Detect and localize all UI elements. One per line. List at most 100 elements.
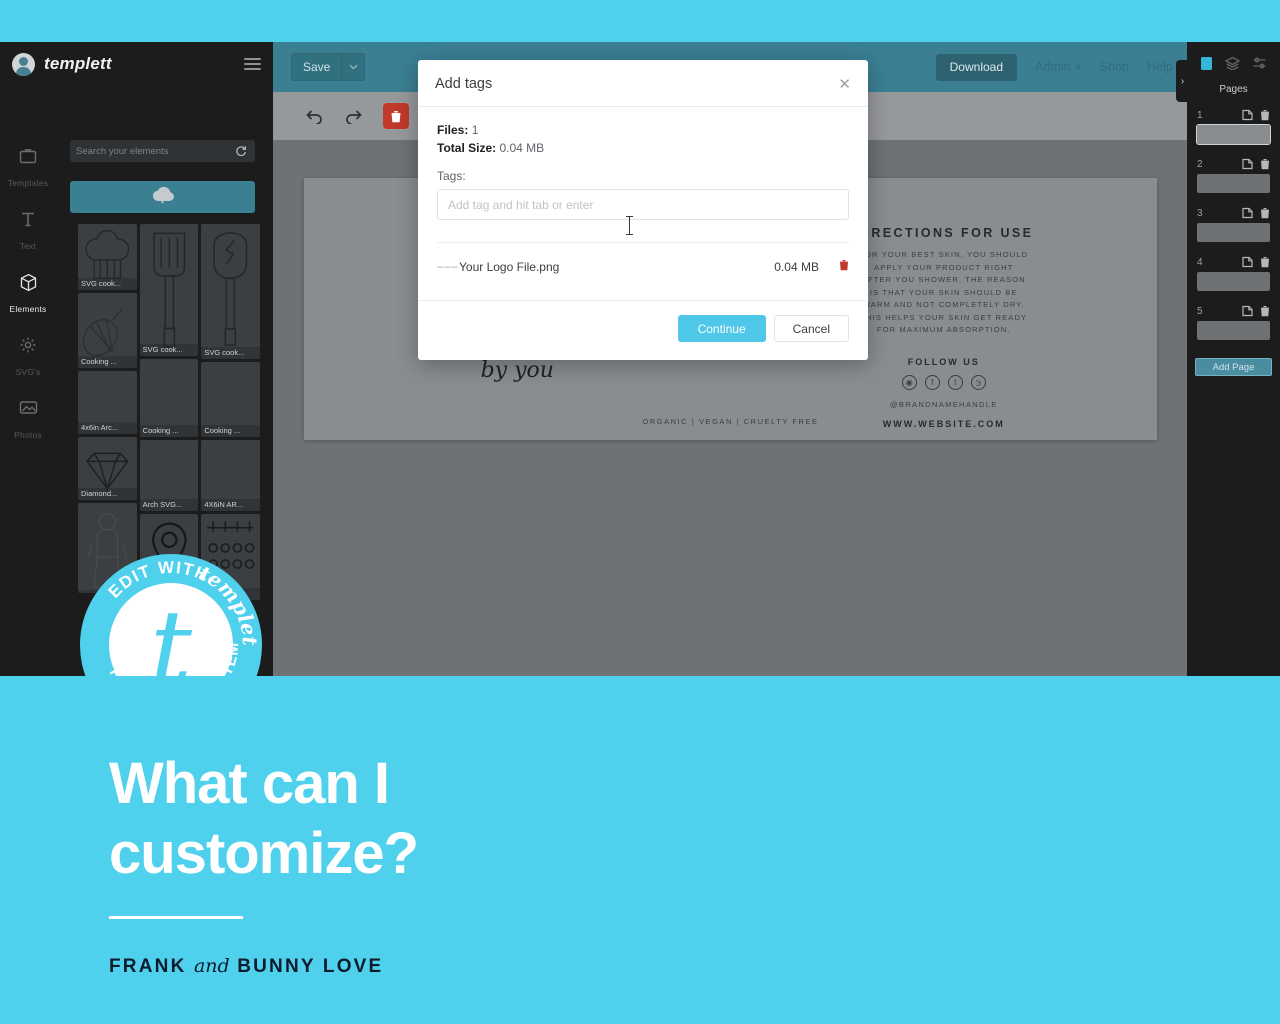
promo-brand: FRANK and BUNNY LOVE bbox=[109, 955, 579, 978]
brand-suffix: BUNNY LOVE bbox=[237, 956, 384, 978]
hamburger-menu-icon[interactable] bbox=[244, 58, 261, 70]
page-thumbnail[interactable] bbox=[1196, 124, 1271, 145]
save-button[interactable]: Save bbox=[291, 53, 366, 81]
duplicate-icon[interactable] bbox=[1242, 158, 1253, 170]
element-thumb[interactable]: 4X6iN AR... bbox=[201, 440, 260, 511]
sidebar-item-text[interactable]: Text bbox=[0, 201, 56, 264]
brand-header: templett bbox=[0, 42, 273, 86]
redo-icon[interactable] bbox=[344, 109, 363, 124]
element-label: SVG cook... bbox=[139, 344, 199, 356]
tag-input[interactable] bbox=[437, 189, 849, 220]
element-label: Arch SVG... bbox=[139, 499, 199, 511]
page-thumbnail[interactable] bbox=[1197, 272, 1270, 291]
sidebar-item-svgs[interactable]: SVG's bbox=[0, 327, 56, 390]
duplicate-icon[interactable] bbox=[1242, 256, 1253, 268]
sidebar-item-photos[interactable]: Photos bbox=[0, 390, 56, 453]
page-list-item[interactable]: 3 bbox=[1197, 207, 1270, 242]
shop-label: Shop bbox=[1099, 60, 1129, 74]
sidebar-item-templates[interactable]: Templates bbox=[0, 138, 56, 201]
trash-icon[interactable] bbox=[819, 258, 849, 276]
upload-button[interactable] bbox=[70, 181, 255, 213]
dialog-body: Files: 1 Total Size: 0.04 MB Tags: ––– Y… bbox=[418, 107, 868, 300]
element-thumb[interactable]: Cooking ... bbox=[139, 359, 199, 437]
search-input[interactable] bbox=[76, 145, 233, 157]
element-label: SVG cook... bbox=[201, 347, 260, 359]
header-link-shop[interactable]: Shop bbox=[1100, 60, 1129, 74]
text-icon bbox=[0, 210, 56, 230]
trash-icon[interactable] bbox=[1260, 256, 1270, 268]
undo-icon[interactable] bbox=[305, 109, 324, 124]
page-number: 1 bbox=[1197, 109, 1203, 121]
download-label: Download bbox=[949, 60, 1004, 74]
search-bar[interactable] bbox=[70, 140, 255, 162]
continue-button[interactable]: Continue bbox=[677, 315, 766, 342]
trash-icon[interactable] bbox=[1260, 305, 1270, 317]
duplicate-icon[interactable] bbox=[1242, 305, 1253, 317]
dialog-footer: Continue Cancel bbox=[418, 300, 868, 360]
page-list-item[interactable]: 1 bbox=[1196, 109, 1271, 145]
pages-panel-title: Pages bbox=[1219, 84, 1248, 95]
element-label: 4x6in Arc... bbox=[78, 422, 137, 434]
file-name: Your Logo File.png bbox=[459, 260, 560, 274]
header-link-admin[interactable]: Admin ˅ bbox=[1035, 60, 1082, 74]
element-thumb[interactable]: Diamond... bbox=[78, 437, 137, 500]
element-label: Cooking ... bbox=[78, 356, 137, 368]
page-thumbnail[interactable] bbox=[1197, 223, 1270, 242]
trash-icon[interactable] bbox=[1260, 207, 1270, 219]
page-thumbnail[interactable] bbox=[1197, 174, 1270, 193]
sidebar-label-photos: Photos bbox=[14, 430, 42, 440]
collapse-panel-button[interactable]: › bbox=[1176, 60, 1189, 102]
total-size-row: Total Size: 0.04 MB bbox=[437, 141, 849, 155]
close-icon[interactable]: ✕ bbox=[838, 77, 851, 92]
brand-amp: and bbox=[193, 955, 230, 978]
gear-icon bbox=[0, 336, 56, 356]
delete-button[interactable] bbox=[383, 103, 409, 129]
element-thumb[interactable]: Cooking ... bbox=[201, 362, 260, 437]
element-thumb[interactable]: Cooking ... bbox=[78, 293, 137, 368]
uploaded-file-row: ––– Your Logo File.png 0.04 MB bbox=[437, 242, 849, 294]
duplicate-icon[interactable] bbox=[1242, 207, 1253, 219]
sidebar-nav-rail: Templates Text Elements SVG's Photos bbox=[0, 86, 56, 676]
element-thumb[interactable]: Arch SVG... bbox=[139, 440, 199, 511]
page-thumbnail[interactable] bbox=[1197, 321, 1270, 340]
brand-prefix: FRANK bbox=[109, 956, 187, 978]
tab-settings[interactable] bbox=[1252, 56, 1267, 70]
page-footer-text: ORGANIC | VEGAN | CRUELTY FREE bbox=[642, 417, 819, 426]
add-page-button[interactable]: Add Page bbox=[1195, 358, 1272, 376]
file-thumb-placeholder: ––– bbox=[437, 261, 459, 273]
page-list-item[interactable]: 2 bbox=[1197, 158, 1270, 193]
promo-divider bbox=[109, 916, 243, 920]
tab-pages[interactable] bbox=[1200, 56, 1213, 71]
sidebar-label-templates: Templates bbox=[7, 178, 49, 188]
top-cyan-band bbox=[0, 0, 1280, 42]
refresh-icon[interactable] bbox=[233, 143, 249, 159]
cancel-button[interactable]: Cancel bbox=[773, 315, 849, 342]
files-count-row: Files: 1 bbox=[437, 123, 849, 137]
chevron-down-icon[interactable] bbox=[341, 54, 364, 80]
trash-icon[interactable] bbox=[1260, 109, 1270, 121]
element-label: Diamond... bbox=[78, 488, 137, 500]
duplicate-icon[interactable] bbox=[1242, 109, 1253, 121]
page-list-item[interactable]: 4 bbox=[1197, 256, 1270, 291]
sidebar-item-elements[interactable]: Elements bbox=[0, 264, 56, 327]
briefcase-icon bbox=[0, 147, 56, 167]
sidebar-label-text: Text bbox=[19, 241, 37, 251]
element-thumb[interactable]: SVG cook... bbox=[78, 224, 137, 290]
promo-headline-block: What can I customize? FRANK and BUNNY LO… bbox=[109, 749, 579, 978]
sidebar-label-elements: Elements bbox=[9, 304, 47, 314]
element-label: Cooking ... bbox=[139, 425, 199, 437]
element-thumb[interactable]: SVG cook... bbox=[139, 224, 199, 356]
trash-icon[interactable] bbox=[1260, 158, 1270, 170]
sidebar-label-svgs: SVG's bbox=[15, 367, 41, 377]
templett-logo-icon bbox=[12, 52, 35, 76]
download-button[interactable]: Download bbox=[935, 53, 1018, 81]
admin-label: Admin bbox=[1035, 60, 1071, 74]
element-thumb[interactable]: SVG cook... bbox=[201, 224, 260, 359]
page-list-item[interactable]: 5 bbox=[1197, 305, 1270, 340]
tab-layers[interactable] bbox=[1225, 56, 1240, 70]
promo-headline-line2: customize? bbox=[109, 820, 419, 886]
pages-panel: › Pages 1 2 3 4 5 Add Page bbox=[1176, 42, 1280, 676]
files-label: Files: bbox=[437, 123, 469, 137]
save-label: Save bbox=[303, 60, 331, 74]
element-thumb[interactable]: 4x6in Arc... bbox=[78, 371, 137, 434]
